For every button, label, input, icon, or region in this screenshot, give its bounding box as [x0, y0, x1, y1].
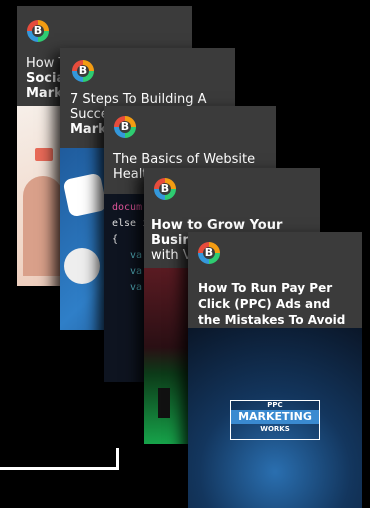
brand-logo-icon: B [114, 116, 136, 138]
brand-logo-icon: B [154, 178, 176, 200]
app-logo-icon [64, 248, 100, 284]
ppc-badge-bottom: WORKS [260, 425, 290, 433]
ppc-badge-top: PPC [267, 401, 283, 409]
ebook-card-ppc-ads[interactable]: B How To Run Pay Per Click (PPC) Ads and… [188, 232, 362, 508]
ppc-badge-main: MARKETING [231, 410, 319, 424]
card-title-line: the Mistakes To Avoid [198, 313, 346, 327]
card-cover-image: PPC MARKETING WORKS [188, 328, 362, 508]
brand-logo-icon: B [72, 60, 94, 82]
card-title-line: The Basics of Website [113, 152, 256, 167]
card-title-line: How To Run Pay Per [198, 281, 333, 295]
decorative-bracket [0, 448, 119, 470]
brand-logo-icon: B [27, 20, 49, 42]
email-icon [35, 148, 53, 161]
brand-logo-icon: B [198, 242, 220, 264]
ppc-badge: PPC MARKETING WORKS [230, 400, 320, 440]
app-logo-icon [62, 172, 108, 218]
card-title-line: 7 Steps To Building A [70, 92, 207, 107]
camera-icon [158, 388, 170, 418]
card-title-line: How to Grow Your [151, 218, 283, 233]
card-title-line: Click (PPC) Ads and [198, 297, 331, 311]
